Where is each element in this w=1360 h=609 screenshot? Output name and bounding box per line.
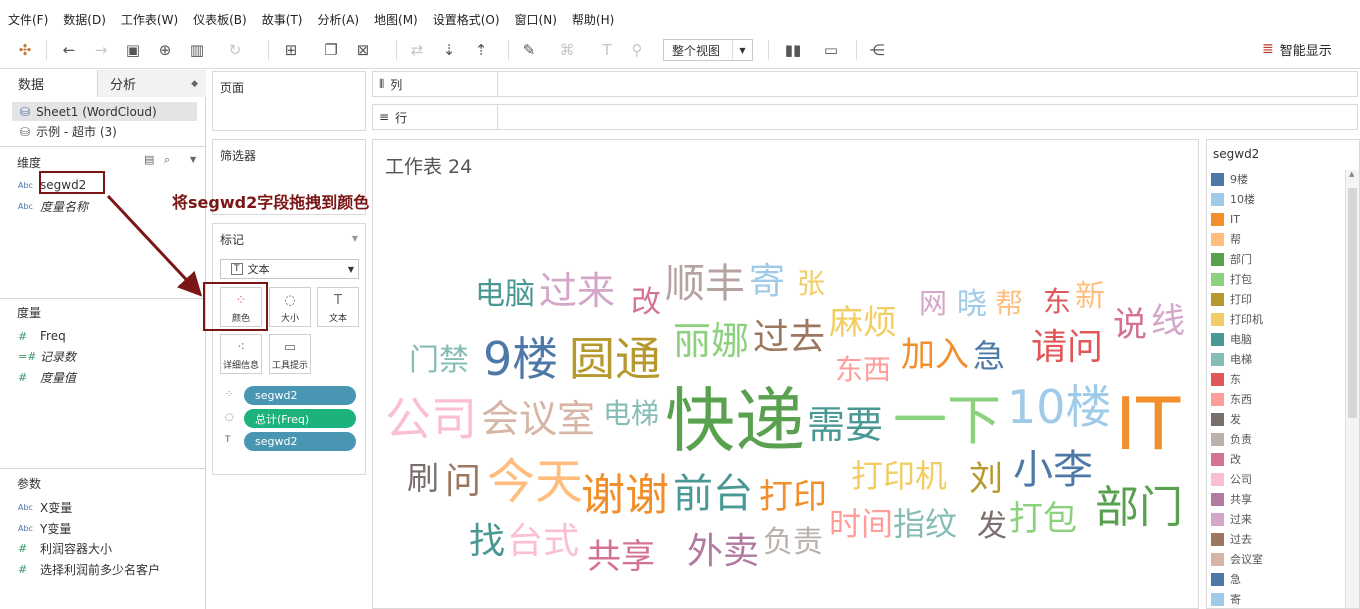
annotation-arrow xyxy=(106,194,203,297)
